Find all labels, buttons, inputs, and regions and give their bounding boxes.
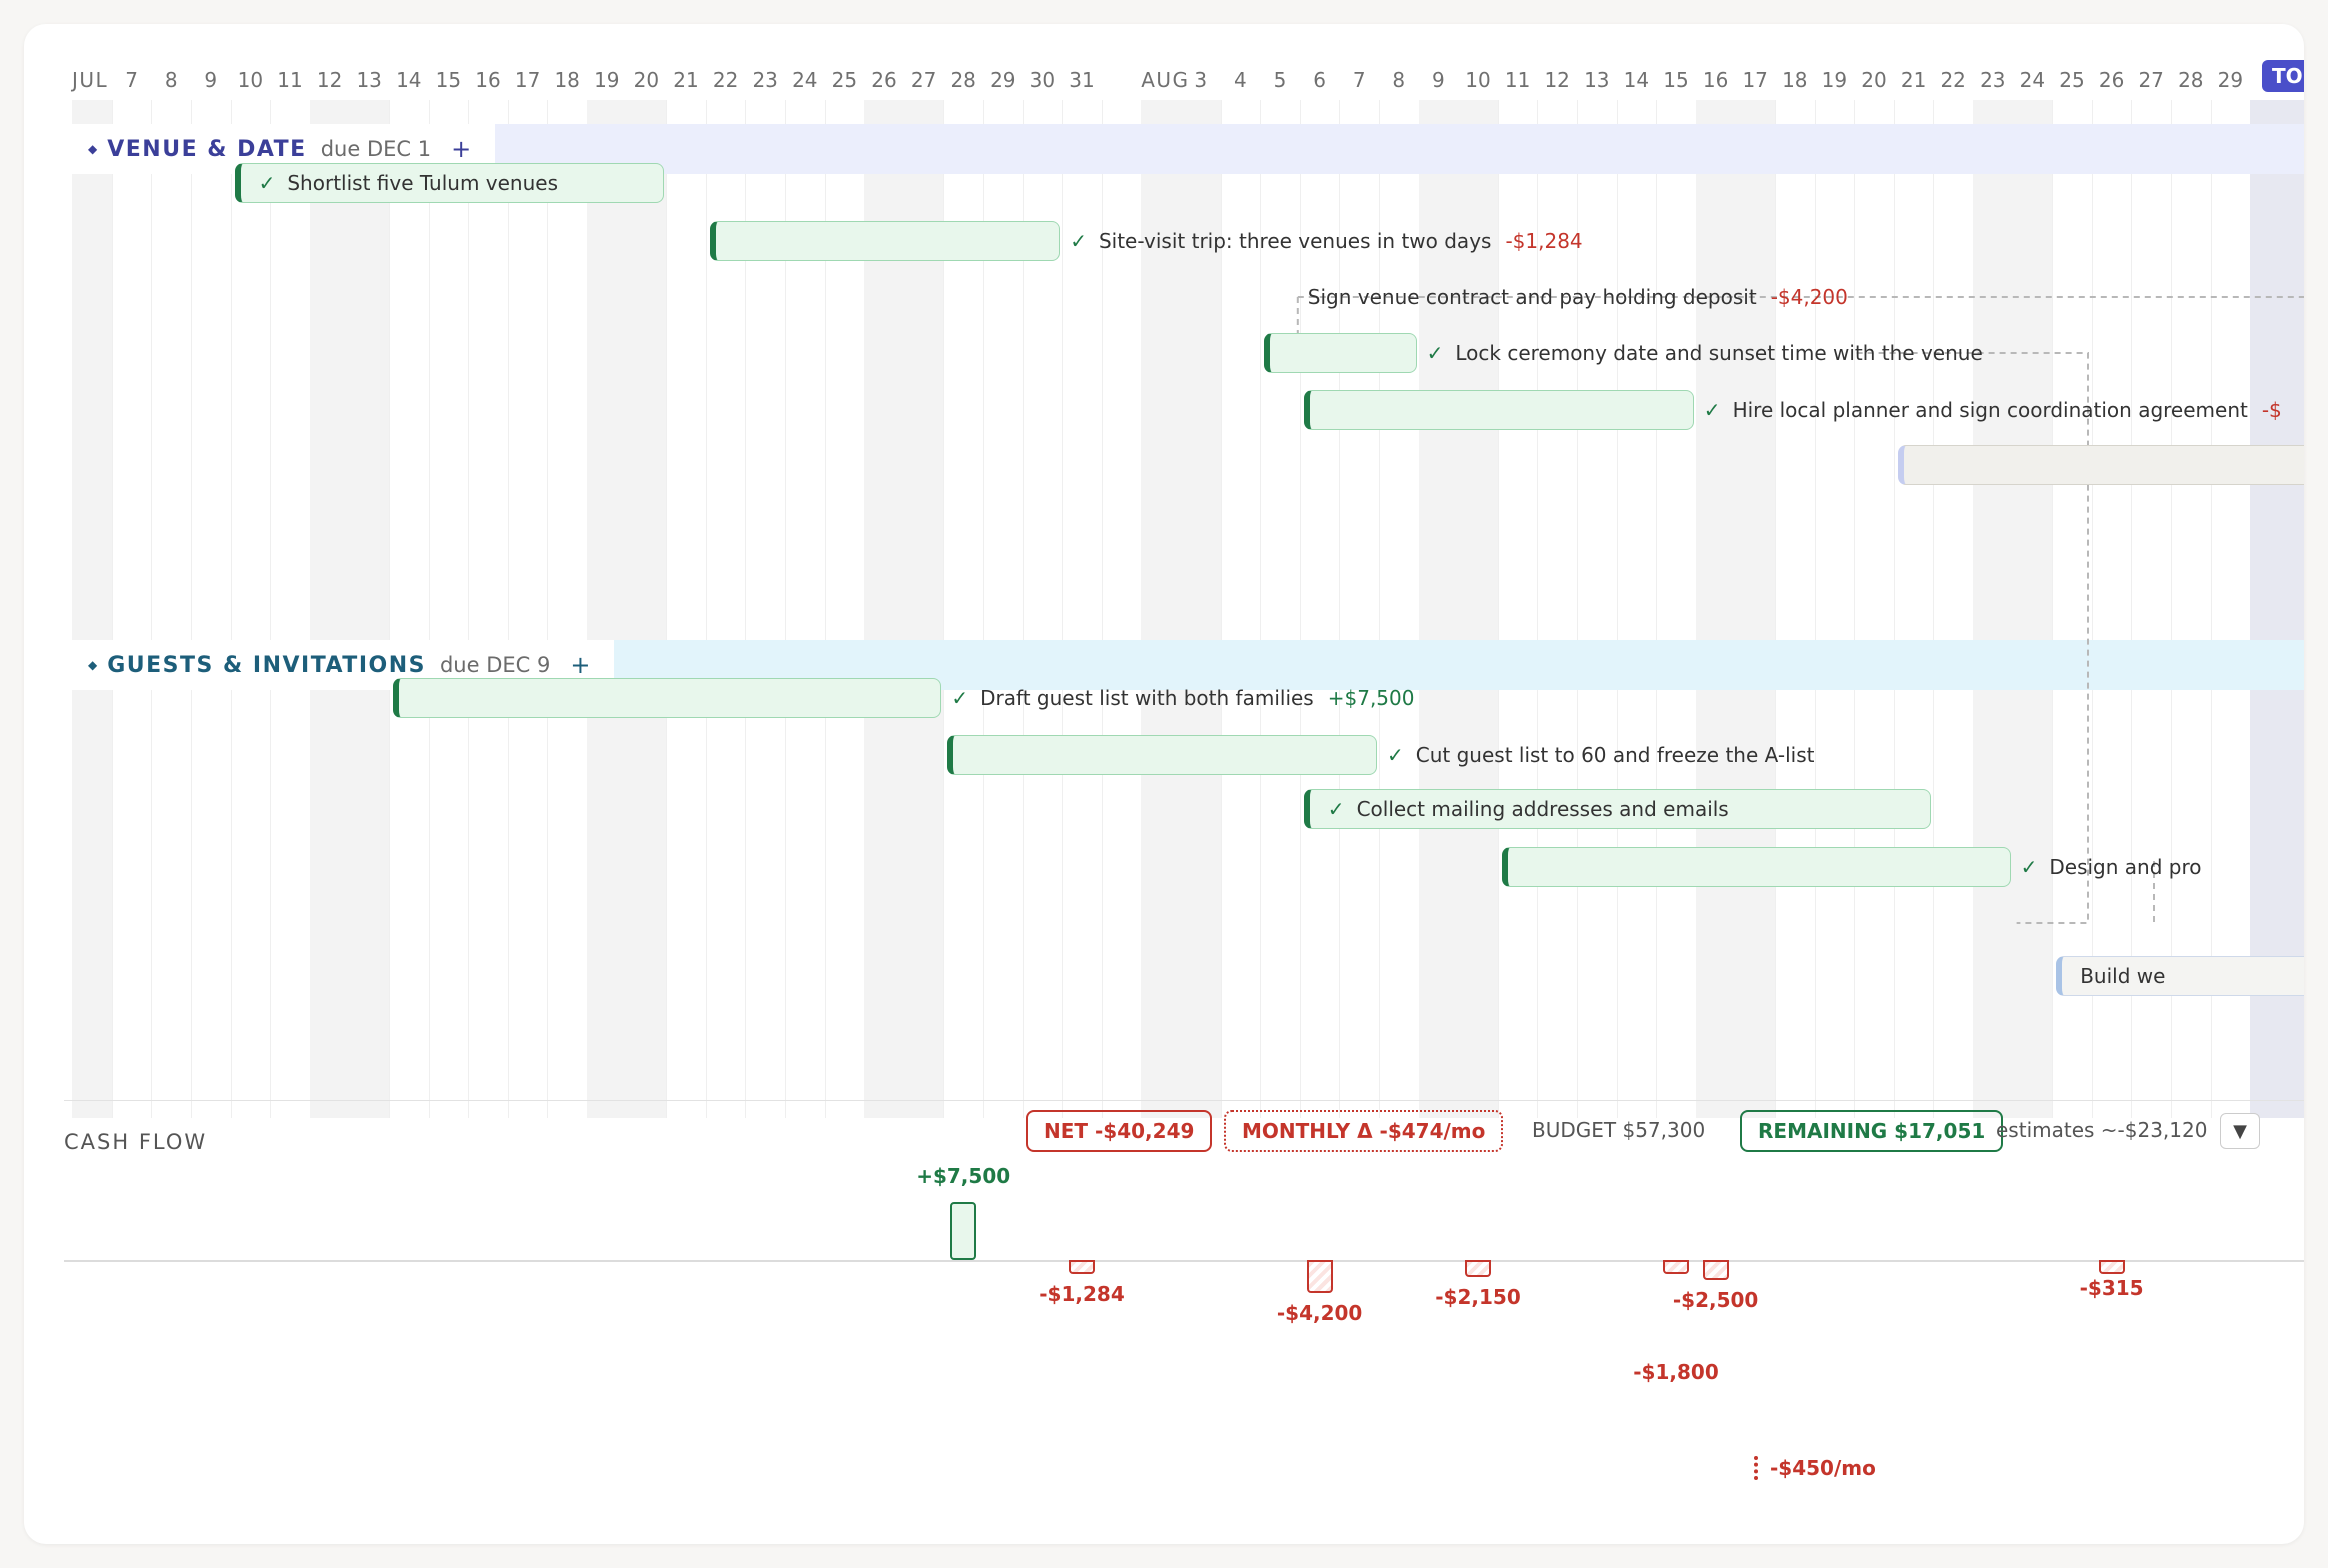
task-name: Collect mailing addresses and emails [1356, 797, 1729, 821]
cashflow-bar[interactable] [1069, 1260, 1095, 1274]
recurring-marker-icon [1754, 1456, 1762, 1480]
task-name: Hire local planner and sign coordination… [1732, 398, 2248, 422]
task-amount: -$1,284 [1505, 229, 1583, 253]
estimates-label: estimates ~-$23,120 [1996, 1118, 2208, 1142]
cashflow-bar[interactable] [950, 1201, 977, 1260]
task-label: ✓ Lock ceremony date and sunset time with… [1427, 333, 1983, 373]
monthly-delta-pill[interactable]: MONTHLY Δ -$474/mo [1224, 1110, 1504, 1152]
task-name: Draft guest list with both families [980, 686, 1314, 710]
recurring-amount: -$450/mo [1770, 1456, 1876, 1480]
net-pill[interactable]: NET -$40,249 [1026, 1110, 1213, 1152]
check-icon: ✓ [258, 171, 276, 195]
task-bar[interactable] [947, 735, 1377, 775]
task-amount: +$7,500 [1327, 686, 1415, 710]
task-bar[interactable] [1066, 277, 1298, 317]
task-bar[interactable] [393, 678, 942, 718]
cashflow-bar[interactable] [1663, 1260, 1689, 1275]
task-label: ✓ Design and pro [2021, 847, 2202, 887]
cashflow-value-label: -$2,500 [1672, 1287, 1759, 1312]
task-amount: -$ [2261, 398, 2282, 422]
task-amount: -$4,200 [1770, 285, 1848, 309]
task-name: Site-visit trip: three venues in two day… [1098, 229, 1492, 253]
remaining-pill[interactable]: REMAINING $17,051 [1740, 1110, 2004, 1152]
task-label: ✓ Shortlist five Tulum venues [259, 171, 558, 195]
task-label: ✓ Site-visit trip: three venues in two da… [1070, 221, 1582, 261]
task-bar[interactable] [1303, 390, 1694, 430]
task-bar[interactable] [1264, 333, 1417, 373]
budget-label: BUDGET $57,300 [1532, 1118, 1706, 1142]
cashflow-divider [64, 1100, 2304, 1101]
check-icon: ✓ [1387, 743, 1404, 767]
cashflow-value-label: +$7,500 [916, 1163, 1011, 1188]
cashflow-value-label: -$1,800 [1633, 1360, 1719, 1384]
cashflow-bar[interactable] [1465, 1260, 1491, 1277]
task-label: ✓ Draft guest list with both families +$7,… [951, 678, 1414, 718]
task-bar[interactable]: ✓ Shortlist five Tulum venues [234, 163, 665, 203]
recurring-expense: -$450/mo [1754, 1456, 1876, 1480]
cashflow-value-label: -$2,150 [1435, 1284, 1521, 1309]
check-icon: ✓ [1070, 229, 1087, 253]
task-label: ✓ Cut guest list to 60 and freeze the A-l… [1387, 735, 1814, 775]
task-label: ✓ Collect mailing addresses and emails [1328, 797, 1729, 821]
task-label: ✓ Hire local planner and sign coordinatio… [1704, 390, 2282, 430]
task-bar[interactable] [1501, 847, 2011, 887]
cashflow-bar[interactable] [1306, 1260, 1333, 1293]
check-icon: ✓ [951, 686, 969, 710]
task-bar[interactable]: ✓ Collect mailing addresses and emails [1303, 789, 1932, 829]
estimates-dropdown-icon[interactable]: ▼ [2220, 1113, 2260, 1149]
dependency-link [1856, 352, 2089, 924]
task-bar[interactable]: Build we [2056, 956, 2304, 996]
task-name: Cut guest list to 60 and freeze the A-li… [1415, 743, 1815, 767]
check-icon: ✓ [1426, 341, 1444, 365]
cashflow-bar[interactable] [1702, 1260, 1729, 1280]
task-label: Build we [2080, 964, 2165, 988]
project-timeline-app: JUL AUG 7 8 9 10 11 12 13 14 15 16 17 18 19 20 21 22 23 24 2… [24, 24, 2304, 1544]
check-icon: ✓ [2020, 855, 2038, 879]
task-bar[interactable] [2017, 901, 2304, 941]
task-name: Shortlist five Tulum venues [287, 171, 559, 195]
task-name: Build we [2080, 964, 2166, 988]
task-name: Sign venue contract and pay holding depo… [1307, 285, 1757, 309]
task-bar[interactable] [709, 221, 1061, 261]
task-name: Lock ceremony date and sunset time with … [1455, 341, 1983, 365]
cashflow-value-label: -$1,284 [1039, 1282, 1125, 1306]
task-name: Design and pro [2049, 855, 2202, 879]
task-bar[interactable] [1897, 445, 2304, 485]
cashflow-bar[interactable] [2098, 1260, 2125, 1274]
cashflow-value-label: -$4,200 [1276, 1300, 1363, 1325]
check-icon: ✓ [1327, 797, 1345, 821]
cashflow-value-label: -$315 [2079, 1276, 2144, 1300]
cashflow-title: CASH FLOW [64, 1130, 208, 1154]
check-icon: ✓ [1703, 398, 1721, 422]
task-label: Sign venue contract and pay holding depo… [1308, 277, 1848, 317]
cashflow-zero-line [64, 1260, 2304, 1262]
